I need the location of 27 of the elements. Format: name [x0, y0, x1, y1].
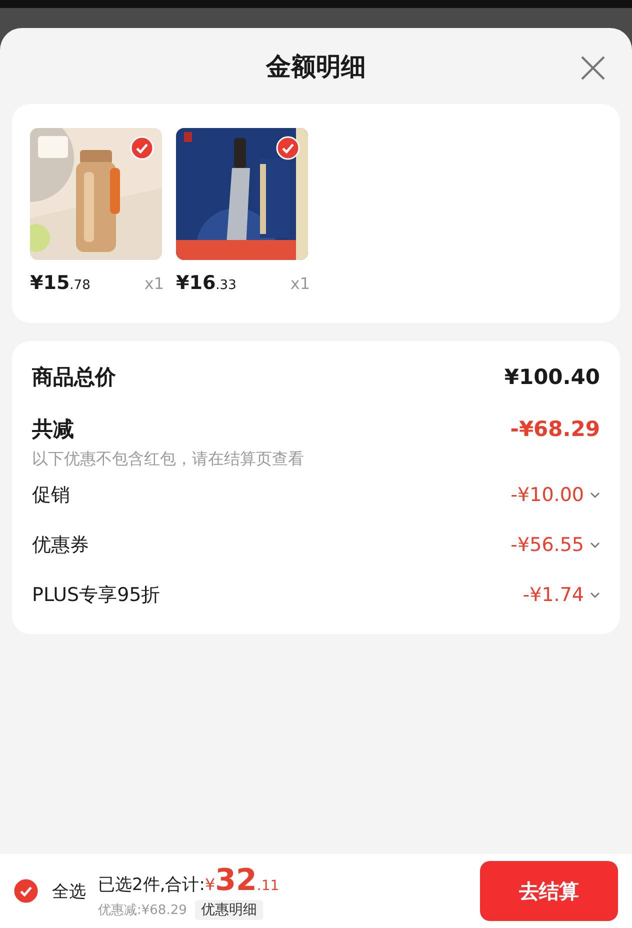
discount-item-label: PLUS专享95折 [32, 583, 160, 608]
discount-item-value: -¥10.00 [510, 484, 584, 506]
total-value: ¥100.40 [504, 365, 600, 389]
product-price: ¥16.33 [176, 272, 236, 294]
discount-details-button[interactable]: 优惠明细 [194, 900, 263, 920]
product-quantity: x1 [144, 274, 164, 293]
checkout-button[interactable]: 去结算 [480, 861, 618, 921]
discount-note: 以下优惠不包含红包，请在结算页查看 [32, 449, 305, 470]
discount-value: -¥68.29 [510, 417, 600, 441]
sheet-title: 金额明细 [266, 50, 366, 82]
chevron-down-icon[interactable] [590, 492, 600, 498]
product-price: ¥15.78 [30, 272, 90, 294]
discount-item-label: 促销 [32, 483, 70, 508]
chevron-down-icon[interactable] [590, 542, 600, 548]
discount-item-label: 优惠券 [32, 533, 89, 558]
total-label: 商品总价 [32, 364, 116, 391]
order-total: ¥32.11 [204, 862, 280, 898]
selected-count-text: 已选2件,合计: [98, 874, 205, 896]
discount-item-value: -¥1.74 [522, 584, 584, 606]
product-quantity: x1 [290, 274, 310, 293]
close-icon[interactable] [580, 55, 606, 81]
check-icon[interactable] [14, 879, 38, 903]
discount-label: 共减 [32, 416, 74, 443]
saved-amount: 优惠减:¥68.29 [98, 902, 187, 918]
select-all-label[interactable]: 全选 [52, 880, 86, 902]
chevron-down-icon[interactable] [590, 592, 600, 598]
discount-item-value: -¥56.55 [510, 534, 584, 556]
